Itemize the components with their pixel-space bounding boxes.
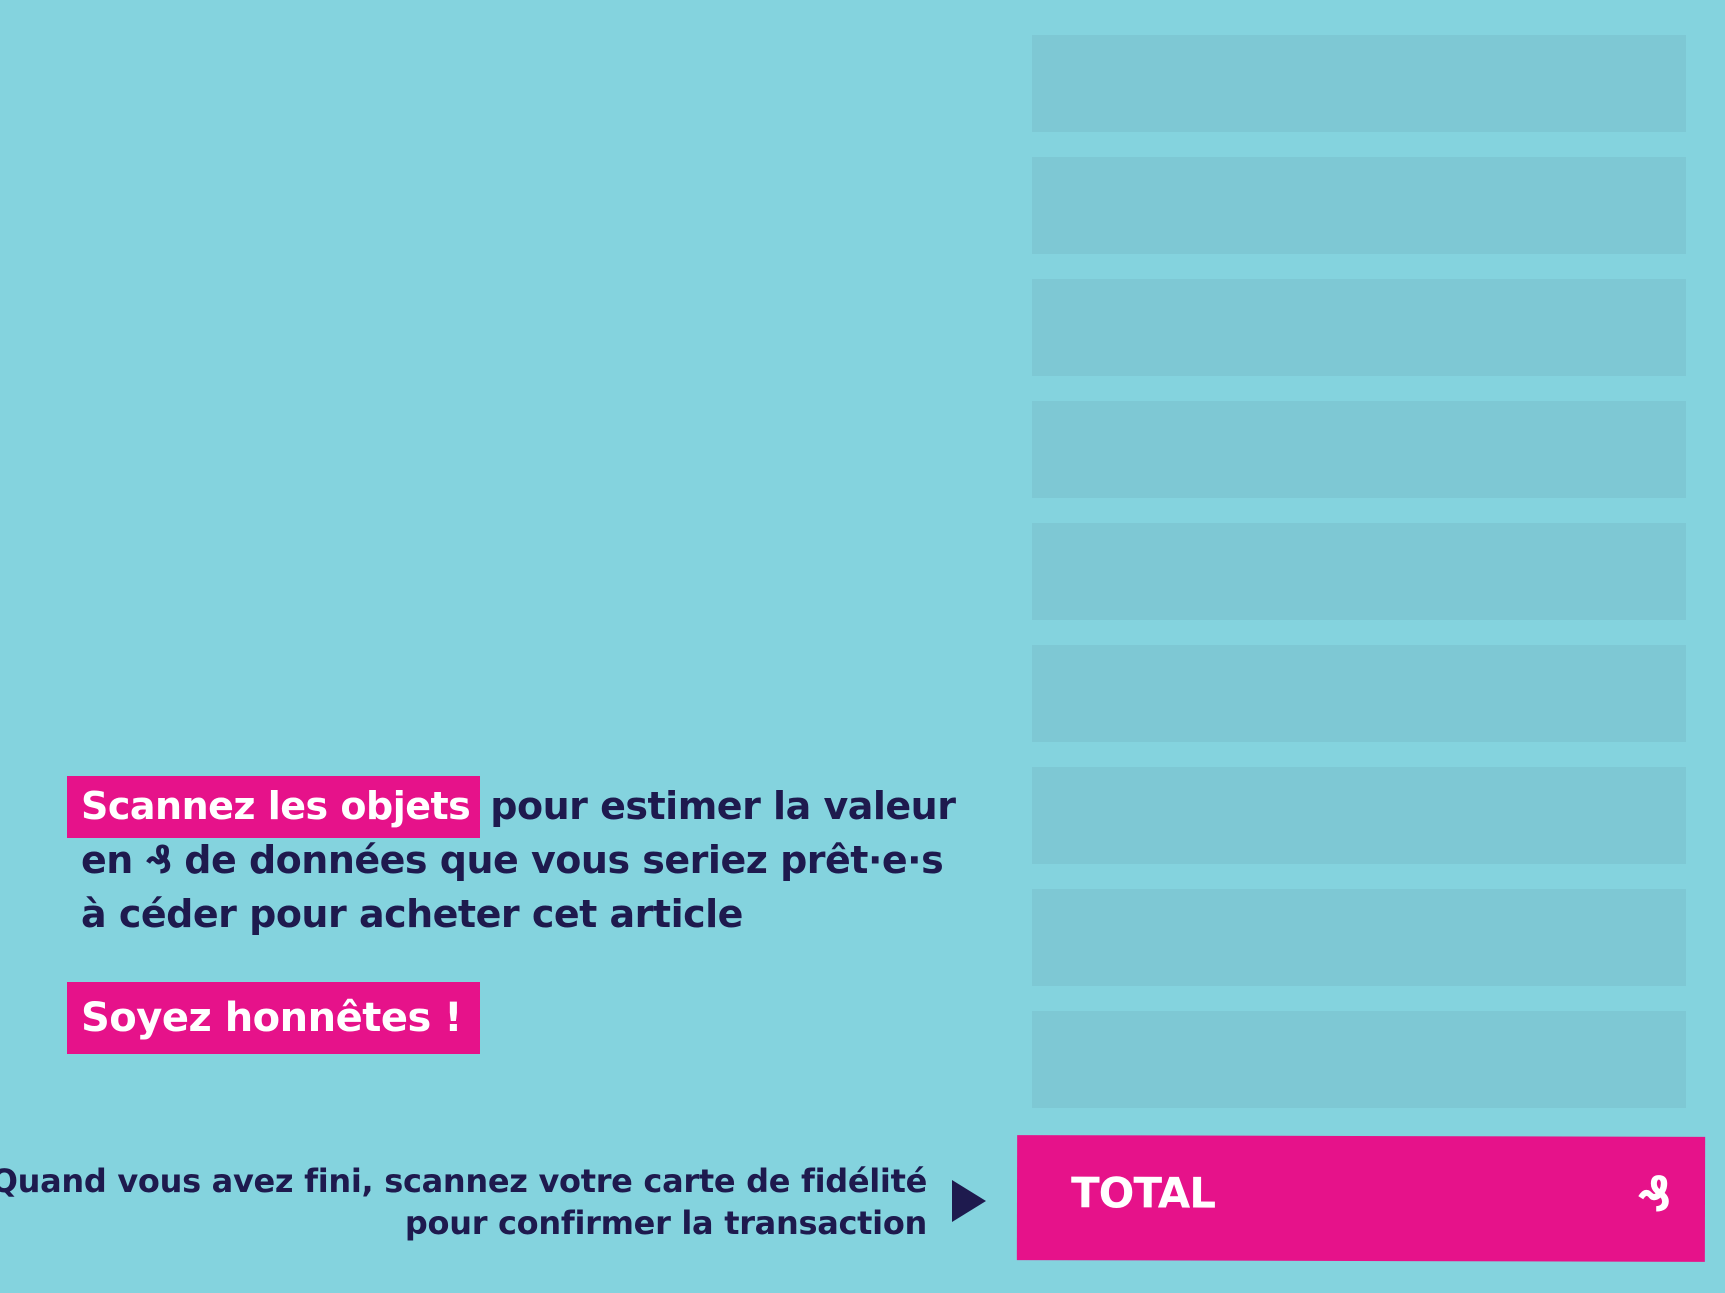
footer-line-1: Quand vous avez fini, scannez votre cart…	[0, 1162, 927, 1200]
total-label: TOTAL	[1070, 1168, 1216, 1218]
item-slot	[1032, 157, 1686, 254]
item-slot	[1032, 35, 1686, 132]
instructions-line-3: à céder pour acheter cet article	[81, 892, 743, 936]
total-bar: TOTAL ₰	[1016, 1135, 1706, 1262]
scan-instructions: Scannez les objets pour estimer la valeur…	[67, 776, 956, 941]
item-slot	[1032, 1011, 1686, 1108]
item-slot	[1032, 279, 1686, 376]
item-slot	[1032, 645, 1686, 742]
currency-icon: ₰	[145, 838, 172, 882]
scanned-items-list	[1032, 35, 1686, 1133]
item-slot	[1032, 767, 1686, 864]
instructions-line-1: Scannez les objets pour estimer la valeur	[67, 776, 956, 838]
item-slot	[1032, 889, 1686, 986]
footer-line-2: pour confirmer la transaction	[404, 1204, 927, 1242]
currency-icon: ₰	[1637, 1166, 1672, 1223]
loyalty-card-instructions: Quand vous avez fini, scannez votre cart…	[0, 1160, 927, 1244]
instructions-line-2: en ₰ de données que vous seriez prêt·e·s	[67, 833, 944, 887]
item-slot	[1032, 401, 1686, 498]
instructions-line-1-rest: pour estimer la valeur	[490, 784, 956, 828]
play-arrow-icon	[952, 1180, 986, 1222]
scan-highlight: Scannez les objets	[67, 776, 481, 838]
honesty-banner: Soyez honnêtes !	[67, 982, 480, 1054]
instructions-line-2-rest: de données que vous seriez prêt·e·s	[184, 838, 944, 882]
item-slot	[1032, 523, 1686, 620]
instructions-line-2-prefix: en	[81, 838, 133, 882]
